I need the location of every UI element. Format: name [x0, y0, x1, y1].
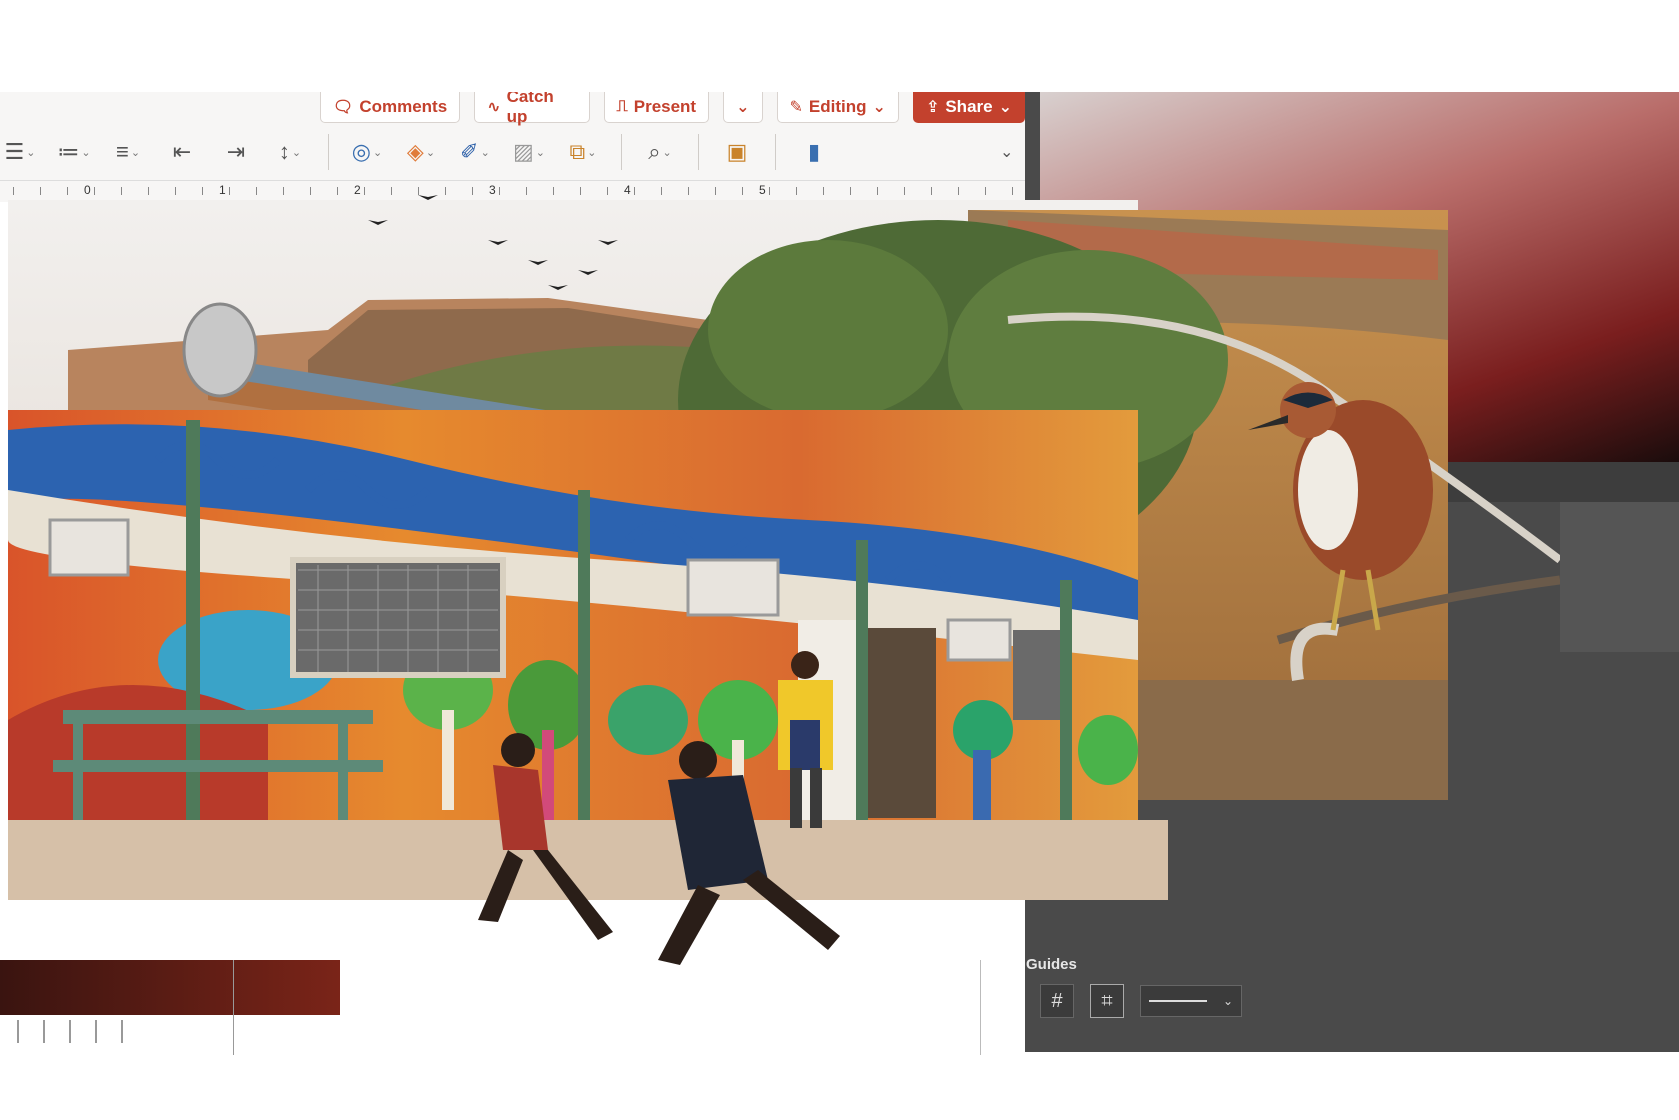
share-button[interactable]: ⇪ Share ⌄	[912, 92, 1025, 123]
present-button[interactable]: ⎍ Present	[603, 92, 710, 123]
comment-icon: 🗨	[333, 99, 354, 116]
catch-up-button[interactable]: ∿ Catch up	[474, 92, 590, 126]
present-options-button[interactable]: ⌄	[723, 92, 763, 123]
lock-guides-icon[interactable]: #	[1040, 984, 1074, 1018]
chevron-down-icon: ⌄	[872, 99, 886, 116]
guide-line	[233, 960, 234, 1055]
editing-button[interactable]: ✎ Editing ⌄	[776, 92, 899, 123]
present-icon: ⎍	[616, 98, 628, 115]
ribbon-top-actions: 🗨 Comments ∿ Catch up ⎍ Present ⌄ ✎ Edit…	[320, 92, 1025, 126]
present-label: Present	[633, 97, 697, 116]
snap-guides-icon[interactable]: ⌗	[1090, 984, 1124, 1018]
activity-icon: ∿	[487, 99, 501, 116]
line-style-swatch	[1148, 1000, 1207, 1002]
pencil-icon: ✎	[789, 99, 803, 116]
ruler-fragment	[17, 1020, 123, 1043]
comments-button[interactable]: 🗨 Comments	[320, 92, 461, 123]
chevron-down-icon: ⌄	[998, 99, 1012, 116]
collage-photo	[8, 195, 1560, 965]
chevron-down-icon: ⌄	[736, 99, 750, 116]
share-icon: ⇪	[925, 99, 940, 116]
editing-label: Editing	[808, 97, 867, 116]
ribbon-expand-chevron-icon[interactable]: ⌄	[1000, 142, 1013, 162]
share-label: Share	[945, 97, 993, 116]
guide-line	[980, 960, 981, 1055]
catch-up-label: Catch up	[506, 92, 554, 126]
guides-tools: # ⌗ ⌄	[1040, 984, 1242, 1018]
guide-style-select[interactable]: ⌄	[1140, 985, 1242, 1017]
dark-gradient-swatch	[0, 960, 340, 1015]
panel-block	[1560, 502, 1679, 652]
comments-label: Comments	[359, 97, 448, 116]
chevron-down-icon: ⌄	[1222, 994, 1234, 1008]
